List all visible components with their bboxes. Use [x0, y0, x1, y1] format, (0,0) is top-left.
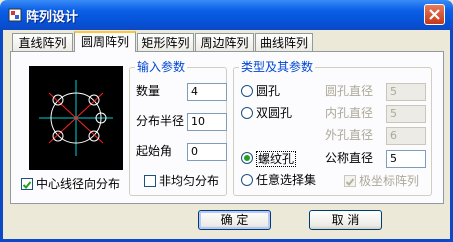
- tab-curve-array[interactable]: 曲线阵列: [255, 33, 313, 51]
- radial-centerline-checkbox[interactable]: [21, 178, 33, 190]
- radio-double-hole[interactable]: [241, 107, 253, 119]
- nominal-diameter-input[interactable]: 5: [386, 150, 426, 168]
- title-bar[interactable]: 阵列设计: [0, 0, 453, 30]
- radio-any-selection[interactable]: [241, 174, 253, 186]
- outer-diameter-label: 外孔直径: [325, 128, 374, 142]
- any-selection-label: 任意选择集: [256, 173, 317, 187]
- window-title: 阵列设计: [26, 10, 79, 25]
- tab-perimeter-array[interactable]: 周边阵列: [195, 33, 254, 51]
- tab-rect-array[interactable]: 矩形阵列: [137, 33, 194, 51]
- array-preview: [29, 66, 123, 170]
- count-label: 数量: [136, 84, 161, 98]
- input-params-title: 输入参数: [135, 60, 188, 74]
- app-icon: [8, 8, 22, 22]
- hole-diameter-label: 圆孔直径: [325, 84, 374, 98]
- cancel-button[interactable]: 取 消: [309, 210, 382, 230]
- check-icon: [22, 181, 32, 189]
- threaded-hole-label: 螺纹孔: [256, 151, 297, 167]
- radio-round-hole[interactable]: [241, 85, 253, 97]
- inner-diameter-label: 内孔直径: [325, 106, 374, 120]
- radius-label: 分布半径: [136, 114, 185, 128]
- start-angle-input[interactable]: 0: [187, 143, 227, 161]
- uneven-checkbox[interactable]: [144, 175, 156, 187]
- uneven-label: 非均匀分布: [159, 174, 220, 188]
- tab-line-array[interactable]: 直线阵列: [12, 33, 73, 51]
- close-icon: [429, 9, 440, 20]
- nominal-diameter-label: 公称直径: [325, 151, 374, 165]
- polar-array-checkbox[interactable]: [344, 175, 356, 187]
- double-hole-label: 双圆孔: [256, 106, 293, 120]
- radius-input[interactable]: 10: [187, 113, 227, 131]
- dialog-window: 阵列设计 直线阵列 圆周阵列 矩形阵列 周边阵列 曲线阵列 中心线径向分布 输入…: [0, 0, 453, 242]
- hole-diameter-input[interactable]: 5: [386, 83, 426, 101]
- check-icon: [345, 178, 355, 186]
- radio-selected-dot: [244, 155, 250, 161]
- inner-diameter-input[interactable]: 5: [386, 105, 426, 123]
- ok-button[interactable]: 确 定: [198, 210, 271, 230]
- radio-threaded-hole[interactable]: [241, 152, 253, 164]
- close-button[interactable]: [424, 4, 445, 25]
- count-input[interactable]: 4: [187, 83, 227, 101]
- radial-centerline-label: 中心线径向分布: [36, 177, 121, 191]
- type-params-title: 类型及其参数: [239, 60, 316, 74]
- outer-diameter-input[interactable]: 6: [386, 127, 426, 145]
- start-angle-label: 起始角: [136, 144, 173, 158]
- tab-circular-array[interactable]: 圆周阵列: [74, 31, 136, 52]
- polar-array-label: 极坐标阵列: [359, 174, 420, 188]
- round-hole-label: 圆孔: [256, 84, 281, 98]
